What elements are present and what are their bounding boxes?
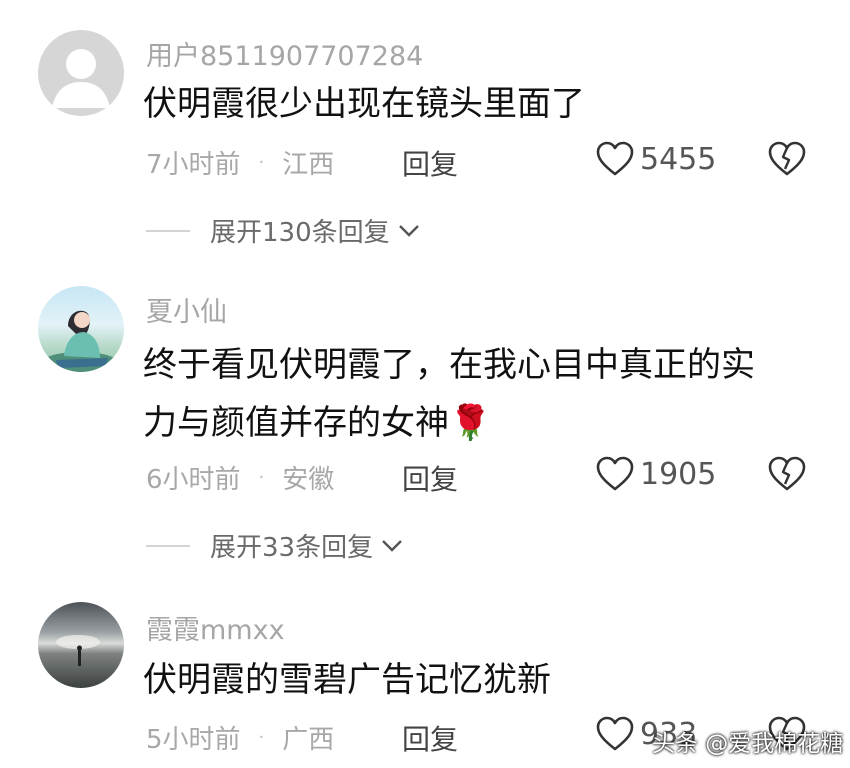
- reply-button[interactable]: 回复: [402, 143, 458, 183]
- avatar-photo: [56, 635, 100, 666]
- dislike-button[interactable]: [768, 141, 806, 181]
- default-user-icon: [52, 49, 110, 108]
- comment-location: 江西: [282, 150, 335, 180]
- avatar[interactable]: [38, 30, 124, 116]
- comment-location: 广西: [282, 725, 335, 755]
- comment-meta: 7小时前 · 江西: [146, 144, 334, 181]
- meta-separator: ·: [258, 152, 265, 173]
- meta-separator: ·: [258, 727, 265, 748]
- broken-heart-icon: [768, 456, 806, 491]
- chevron-down-icon: [398, 224, 419, 237]
- comment-time: 5小时前: [146, 725, 241, 755]
- expand-replies-button[interactable]: 展开33条回复: [146, 527, 403, 564]
- username[interactable]: 霞霞mmxx: [146, 608, 285, 647]
- comment-time: 6小时前: [146, 465, 241, 495]
- comment-meta: 6小时前 · 安徽: [146, 459, 334, 496]
- like-button[interactable]: 5455: [596, 141, 716, 177]
- reply-button[interactable]: 回复: [402, 458, 458, 498]
- avatar[interactable]: [38, 286, 124, 372]
- chevron-down-icon: [382, 539, 402, 552]
- like-count: 1905: [640, 456, 717, 492]
- watermark: 头条 @爱我棉花糖: [652, 731, 844, 757]
- comment-text: 终于看见伏明霞了，在我心目中真正的实力与颜值并存的女神🌹: [143, 345, 755, 443]
- expand-replies-button[interactable]: 展开130条回复: [146, 212, 420, 249]
- username[interactable]: 夏小仙: [146, 290, 227, 329]
- reply-button[interactable]: 回复: [402, 718, 458, 758]
- like-count: 5455: [640, 141, 717, 177]
- username[interactable]: 用户8511907707284: [146, 34, 423, 73]
- comment-location: 安徽: [282, 465, 335, 495]
- divider-line: [146, 544, 190, 547]
- comment-time: 7小时前: [146, 150, 241, 180]
- broken-heart-icon: [768, 141, 806, 176]
- avatar[interactable]: [38, 602, 124, 688]
- dislike-button[interactable]: [768, 456, 806, 496]
- comment-meta: 5小时前 · 广西: [146, 719, 334, 756]
- heart-outline-icon: [596, 456, 634, 491]
- heart-outline-icon: [596, 716, 634, 751]
- meta-separator: ·: [258, 467, 265, 488]
- comment-text: 伏明霞的雪碧广告记忆犹新: [143, 660, 551, 700]
- heart-outline-icon: [596, 141, 634, 176]
- expand-replies-label: 展开130条回复: [210, 218, 390, 248]
- like-button[interactable]: 1905: [596, 456, 716, 492]
- expand-replies-label: 展开33条回复: [210, 533, 374, 563]
- divider-line: [146, 229, 190, 232]
- avatar-illustration: [40, 310, 120, 372]
- comment-text: 伏明霞很少出现在镜头里面了: [143, 84, 585, 124]
